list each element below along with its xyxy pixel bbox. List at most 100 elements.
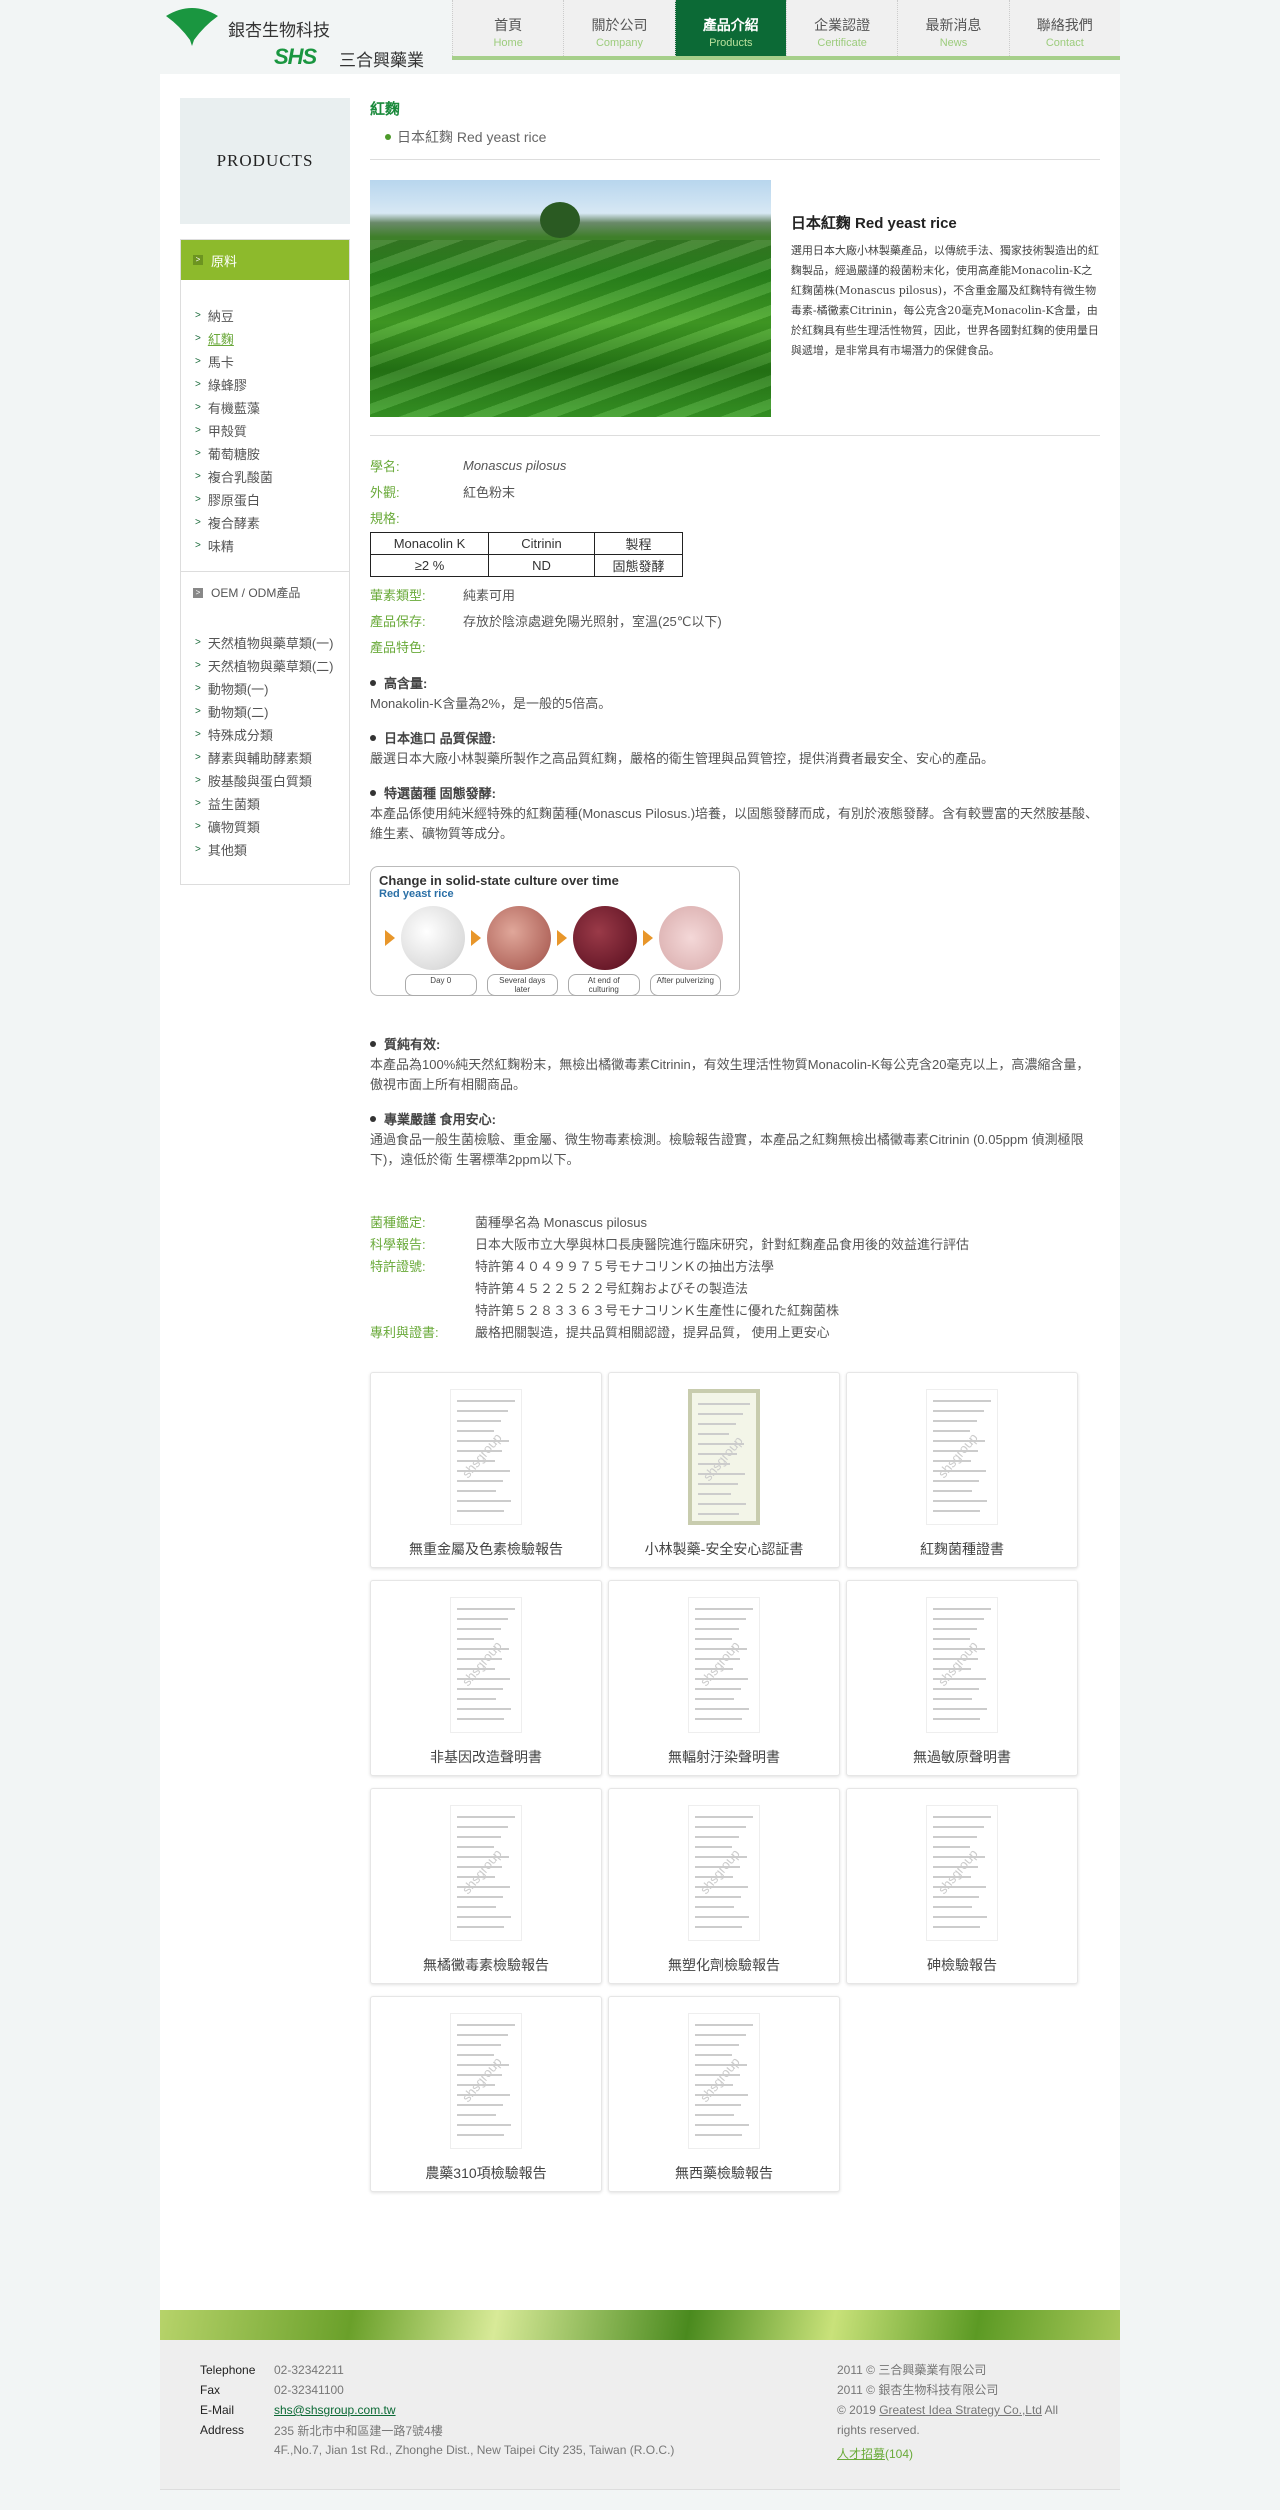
watermark-text: shsgroup [696,2054,743,2105]
email-link[interactable]: shs@shsgroup.com.tw [274,2403,396,2417]
chevron-right-icon: > [195,540,201,551]
feature-heading-text: 日本進口 品質保證: [384,731,496,746]
spec-veg: 葷素類型: 純素可用 [370,581,1100,607]
certificate-card[interactable]: shsgroup 無過敏原聲明書 [846,1580,1078,1776]
site-logo[interactable]: 銀杏生物科技 SHS 三合興藥業 [164,4,444,70]
certificate-card[interactable]: shsgroup 砷檢驗報告 [846,1788,1078,1984]
certificate-thumbnail[interactable]: shsgroup [450,2013,522,2149]
chevron-right-icon: > [195,775,201,786]
watermark-text: shsgroup [934,1638,981,1689]
menu-head-oem[interactable]: > OEM / ODM產品 [181,572,349,601]
menu-head-raw[interactable]: > 原料 [181,240,349,280]
certificate-thumbnail[interactable]: shsgroup [450,1389,522,1525]
certificate-label: 小林製藥-安全安心認証書 [644,1541,804,1557]
sidebar-item[interactable]: > 特殊成分類 [195,723,349,746]
sidebar-item[interactable]: > 益生菌類 [195,792,349,815]
sidebar-item[interactable]: > 酵素與輔助酵素類 [195,746,349,769]
sidebar-item[interactable]: > 複合酵素 [195,511,349,534]
certificate-thumbnail[interactable]: shsgroup [450,1805,522,1941]
arrow-right-icon [385,930,395,946]
sidebar-item[interactable]: > 馬卡 [195,350,349,373]
certificate-thumbnail[interactable]: shsgroup [926,1805,998,1941]
chevron-right-icon: > [195,356,201,367]
nav-item-news[interactable]: 最新消息 News [897,0,1009,56]
nav-item-products[interactable]: 產品介紹 Products [674,0,786,56]
sidebar-item[interactable]: > 納豆 [195,304,349,327]
chevron-right-icon: > [195,494,201,505]
feature-item: 高含量: Monakolin-K含量為2%，是一般的5倍高。 [370,673,1100,714]
page-container: PRODUCTS > 原料 > 納豆 > 紅麴 > 馬卡 > 綠蜂膠 > 有機藍藻 > 甲殼質 > 葡萄糖胺… [160,74,1120,2314]
developer-link[interactable]: Greatest Idea Strategy Co.,Ltd [879,2403,1042,2417]
certificate-card[interactable]: shsgroup 紅麴菌種證書 [846,1372,1078,1568]
sidebar-item[interactable]: > 其他類 [195,838,349,861]
stage-caption: At end of culturing [568,974,640,996]
sidebar-item[interactable]: > 動物類(二) [195,700,349,723]
certificate-thumbnail[interactable]: shsgroup [450,1597,522,1733]
certificate-card[interactable]: shsgroup 非基因改造聲明書 [370,1580,602,1776]
certificate-card[interactable]: shsgroup 無輻射汙染聲明書 [608,1580,840,1776]
certificate-label: 無橘黴毒素檢驗報告 [423,1957,549,1973]
certificate-thumbnail[interactable]: shsgroup [688,1597,760,1733]
feature-heading-text: 特選菌種 固態發酵: [384,786,496,801]
sidebar-item[interactable]: > 味精 [195,534,349,557]
chevron-right-icon: > [195,517,201,528]
page-subtitle: 日本紅麴 Red yeast rice [385,127,1100,147]
chevron-right-icon: > [193,255,203,265]
nav-item-contact[interactable]: 聯絡我們 Contact [1008,0,1120,56]
sidebar-item[interactable]: > 葡萄糖胺 [195,442,349,465]
sidebar-item-label: 味精 [207,539,234,554]
nav-item-home[interactable]: 首頁 Home [452,0,564,56]
feature-heading: 專業嚴謹 食用安心: [370,1109,1100,1128]
sidebar-item[interactable]: > 動物類(一) [195,677,349,700]
certificate-card[interactable]: shsgroup 無西藥檢驗報告 [608,1996,840,2192]
certificate-thumbnail[interactable]: shsgroup [926,1389,998,1525]
sidebar-item[interactable]: > 礦物質類 [195,815,349,838]
main-content: 紅麴 日本紅麴 Red yeast rice 日本紅麴 Red yeast ri… [370,98,1100,2192]
sidebar-item[interactable]: > 複合乳酸菌 [195,465,349,488]
spec-label: 產品保存: [370,613,426,629]
chevron-right-icon: > [195,471,201,482]
address-zh: 235 新北市中和區建一路7號4樓 [274,2423,443,2438]
bullet-icon [370,789,376,796]
certificate-thumbnail[interactable]: shsgroup [926,1597,998,1733]
raw-material-list: > 納豆 > 紅麴 > 馬卡 > 綠蜂膠 > 有機藍藻 > 甲殼質 > 葡萄糖胺 > 複合乳酸菌 > 膠原蛋白 > 複… [181,280,349,557]
certificate-thumbnail[interactable]: shsgroup [688,1805,760,1941]
sidebar-item[interactable]: > 有機藍藻 [195,396,349,419]
sidebar-item[interactable]: > 天然植物與藥草類(一) [195,631,349,654]
sidebar-item[interactable]: > 膠原蛋白 [195,488,349,511]
certificate-card[interactable]: shsgroup 無橘黴毒素檢驗報告 [370,1788,602,1984]
sidebar-item-label: 礦物質類 [207,820,260,835]
table-cell: 固態發酵 [594,554,683,577]
chevron-right-icon: > [195,425,201,436]
sidebar-item[interactable]: > 天然植物與藥草類(二) [195,654,349,677]
sidebar-item[interactable]: > 胺基酸與蛋白質類 [195,769,349,792]
sidebar-item[interactable]: > 甲殼質 [195,419,349,442]
certificate-card[interactable]: shsgroup 小林製藥-安全安心認証書 [608,1372,840,1568]
feature-list-2: 質純有效: 本產品為100%純天然紅麴粉末，無檢出橘黴毒素Citrinin，有效生… [370,1034,1100,1170]
feature-heading-text: 質純有效: [384,1037,441,1052]
certificate-thumbnail[interactable]: shsgroup [688,2013,760,2149]
certificate-card[interactable]: shsgroup 農藥310項檢驗報告 [370,1996,602,2192]
arrow-right-icon [557,930,567,946]
arrow-right-icon [471,930,481,946]
certificate-card[interactable]: shsgroup 無塑化劑檢驗報告 [608,1788,840,1984]
spec-label: 產品特色: [370,639,426,655]
table-header-cell: Citrinin [488,532,595,555]
nav-item-certificate[interactable]: 企業認證 Certificate [785,0,898,56]
table-cell: ND [488,554,595,577]
spec-label: 外觀: [370,484,400,500]
certificate-card[interactable]: shsgroup 無重金屬及色素檢驗報告 [370,1372,602,1568]
feature-body: 通過食品一般生菌檢驗、重金屬、微生物毒素檢測。檢驗報告證實，本產品之紅麴無檢出橘… [370,1132,1084,1167]
info-value: 嚴格把關製造，提共品質相關認證，提昇品質， 使用上更安心 [475,1324,830,1340]
main-nav: 首頁 Home 關於公司 Company 產品介紹 Products 企業認證 Certifi… [452,0,1120,60]
subtitle-text: 日本紅麴 Red yeast rice [397,129,547,145]
product-intro: 日本紅麴 Red yeast rice 選用日本大廠小林製藥產品，以傳統手法、獨… [370,180,1100,417]
table-header-row: Monacolin K Citrinin 製程 [370,532,683,555]
jobs-link[interactable]: 人才招募 [837,2447,885,2461]
sidebar-item-label: 天然植物與藥草類(一) [207,636,334,651]
certificate-thumbnail[interactable]: shsgroup [688,1389,760,1525]
feature-item: 質純有效: 本產品為100%純天然紅麴粉末，無檢出橘黴毒素Citrinin，有效生… [370,1034,1100,1095]
sidebar-item[interactable]: > 綠蜂膠 [195,373,349,396]
nav-item-company[interactable]: 關於公司 Company [563,0,675,56]
sidebar-item[interactable]: > 紅麴 [195,327,349,350]
